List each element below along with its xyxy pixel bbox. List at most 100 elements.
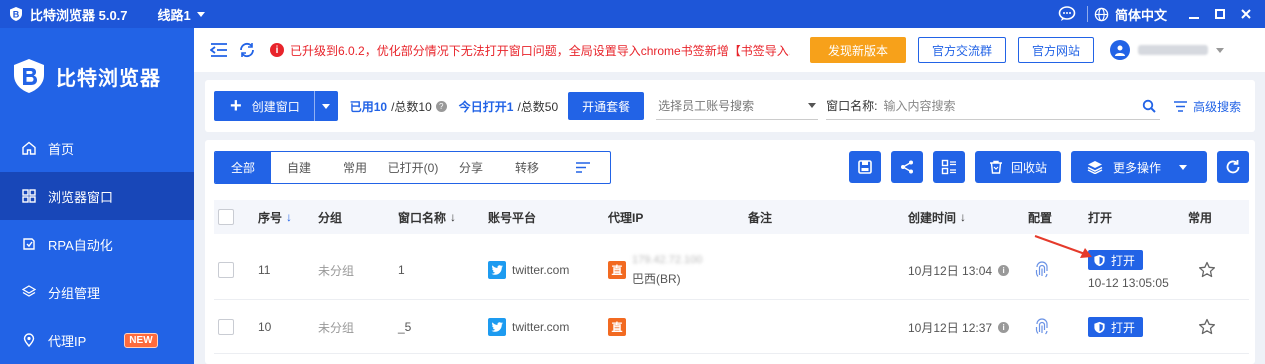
maximize-button[interactable] xyxy=(1207,0,1233,28)
annotation-arrow xyxy=(1034,235,1092,258)
advanced-search-label: 高级搜索 xyxy=(1193,99,1242,114)
row-created: 10月12日 12:37 i xyxy=(908,300,1010,354)
sidebar-item-browser-windows[interactable]: 浏览器窗口 xyxy=(0,172,194,220)
open-label: 打开 xyxy=(1111,320,1136,335)
table-row[interactable]: 10 未分组 _5 twitter.com 直 10月12日 12:37 i 打开 xyxy=(214,300,1249,354)
sort-arrow-icon: ↓ xyxy=(450,210,457,224)
save-icon xyxy=(858,160,872,174)
header-created[interactable]: 创建时间 ↓ xyxy=(908,209,966,226)
star-icon[interactable] xyxy=(1198,240,1216,300)
info-icon[interactable]: i xyxy=(998,264,1010,276)
twitter-icon xyxy=(488,261,506,279)
create-window-button-group: + 创建窗口 xyxy=(214,91,338,121)
sidebar-item-home[interactable]: 首页 xyxy=(0,124,194,172)
minimize-button[interactable] xyxy=(1181,0,1207,28)
proxy-ip-redacted: 179.42.72.100 xyxy=(632,253,703,266)
row-window-name[interactable]: _5 xyxy=(398,300,411,354)
collapse-menu-icon[interactable] xyxy=(206,37,232,63)
table-header: 序号 ↓ 分组 窗口名称 ↓ 账号平台 代理IP 备注 创建时间 ↓ 配置 打开 常用 xyxy=(214,200,1249,234)
twitter-icon xyxy=(488,318,506,336)
globe-icon xyxy=(1094,7,1109,21)
header-window-name[interactable]: 窗口名称 ↓ xyxy=(398,209,456,226)
upgrade-notice[interactable]: i 已升级到6.0.2，优化部分情况下无法打开窗口问题，全局设置导入chrome… xyxy=(270,42,790,59)
open-label: 打开 xyxy=(1111,253,1136,268)
svg-text:B: B xyxy=(13,10,20,20)
chevron-down-icon xyxy=(808,103,817,108)
tab-self-created[interactable]: 自建 xyxy=(271,152,327,183)
more-actions-button[interactable]: 更多操作 xyxy=(1070,151,1207,183)
new-badge: NEW xyxy=(124,332,158,348)
platform-label: twitter.com xyxy=(512,320,570,334)
action-toolbar: 回收站 更多操作 xyxy=(848,151,1249,183)
usage-stat: 已用10/总数10 ? xyxy=(350,98,447,115)
search-input[interactable]: 输入内容搜索 xyxy=(884,97,1143,114)
row-proxy: 直 xyxy=(608,300,626,354)
row-checkbox[interactable] xyxy=(218,240,234,300)
row-checkbox[interactable] xyxy=(218,300,234,354)
refresh-icon xyxy=(1226,160,1240,174)
search-icon[interactable] xyxy=(1142,99,1156,113)
user-menu[interactable] xyxy=(1110,40,1225,60)
window-name-search[interactable]: 窗口名称: 输入内容搜索 xyxy=(826,92,1161,120)
sidebar-item-rpa[interactable]: RPA自动化 xyxy=(0,220,194,268)
app-title: 比特浏览器 5.0.7 xyxy=(30,7,128,23)
location-icon xyxy=(22,333,36,347)
sort-icon[interactable] xyxy=(555,152,610,183)
today-open-stat: 今日打开1/总数50 xyxy=(458,99,559,114)
create-window-button[interactable]: + 创建窗口 xyxy=(214,91,314,121)
save-icon-button[interactable] xyxy=(848,151,881,183)
employee-select-placeholder: 选择员工账号搜索 xyxy=(658,99,755,113)
sidebar-item-label: 代理IP xyxy=(48,333,87,349)
official-website-button[interactable]: 官方网站 xyxy=(1018,37,1095,63)
chevron-down-icon xyxy=(1216,47,1225,53)
employee-select[interactable]: 选择员工账号搜索 xyxy=(656,92,819,120)
info-icon[interactable]: i xyxy=(998,321,1010,333)
row-platform: twitter.com xyxy=(488,300,569,354)
tab-shared[interactable]: 分享 xyxy=(443,152,499,183)
brand-name: 比特浏览器 xyxy=(56,67,161,90)
new-version-button[interactable]: 发现新版本 xyxy=(810,37,907,63)
share-icon-button[interactable] xyxy=(890,151,923,183)
plus-icon: + xyxy=(230,95,242,117)
official-group-button[interactable]: 官方交流群 xyxy=(918,37,1007,63)
recycle-bin-label: 回收站 xyxy=(1010,160,1047,175)
recycle-bin-button[interactable]: 回收站 xyxy=(974,151,1061,183)
language-selector[interactable]: 简体中文 xyxy=(1094,5,1167,24)
chat-support-icon[interactable] xyxy=(1053,0,1081,28)
close-button[interactable] xyxy=(1233,0,1259,28)
tab-all[interactable]: 全部 xyxy=(215,152,271,183)
brand-logo-icon xyxy=(10,57,48,95)
select-all-checkbox[interactable] xyxy=(218,209,234,225)
header-seq[interactable]: 序号 ↓ xyxy=(258,209,292,226)
fingerprint-icon[interactable] xyxy=(1034,300,1050,354)
star-icon[interactable] xyxy=(1198,300,1216,354)
refresh-list-button[interactable] xyxy=(1217,151,1249,183)
refresh-icon[interactable] xyxy=(234,37,260,63)
grid-icon xyxy=(22,189,36,203)
row-window-name[interactable]: 1 xyxy=(398,240,405,300)
sidebar-item-groups[interactable]: 分组管理 xyxy=(0,268,194,316)
brand: 比特浏览器 xyxy=(0,28,194,124)
help-icon[interactable]: ? xyxy=(435,100,447,112)
sort-arrow-icon: ↓ xyxy=(960,210,967,224)
tab-transferred[interactable]: 转移 xyxy=(499,152,555,183)
tab-opened[interactable]: 已打开(0) xyxy=(383,152,443,183)
layers-icon xyxy=(22,285,36,299)
route-selector[interactable]: 线路1 xyxy=(158,5,205,24)
advanced-search-button[interactable]: 高级搜索 xyxy=(1174,98,1241,115)
row-open-cell: 打开 10-12 13:05:05 xyxy=(1088,240,1169,300)
layers-icon xyxy=(1087,161,1103,174)
open-package-button[interactable]: 开通套餐 xyxy=(568,92,645,120)
sidebar-item-proxy[interactable]: 代理IP NEW xyxy=(0,316,194,364)
tab-favorites[interactable]: 常用 xyxy=(327,152,383,183)
divider xyxy=(1086,6,1088,22)
username-redacted xyxy=(1138,45,1209,55)
create-window-dropdown[interactable] xyxy=(313,91,338,121)
header-note: 备注 xyxy=(748,210,773,225)
proxy-type-tag: 直 xyxy=(608,261,626,279)
header-config: 配置 xyxy=(1028,210,1053,225)
row-proxy: 直 179.42.72.100 巴西(BR) xyxy=(608,240,702,300)
open-button[interactable]: 打开 xyxy=(1088,317,1144,337)
list-view-icon-button[interactable] xyxy=(932,151,965,183)
last-open-time: 10-12 13:05:05 xyxy=(1088,276,1169,290)
